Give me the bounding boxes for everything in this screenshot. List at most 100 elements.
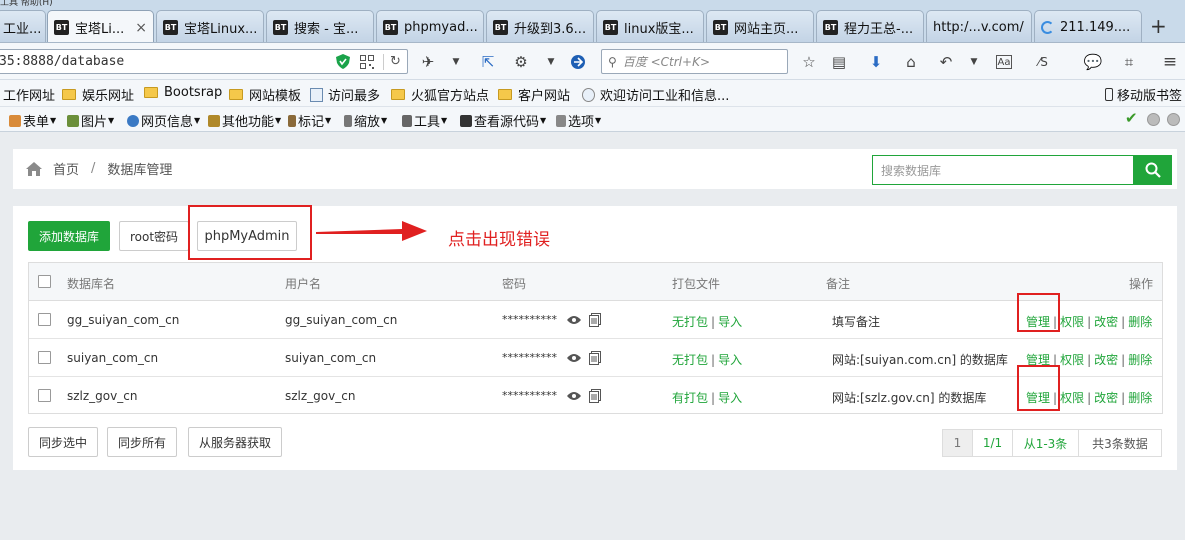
gear-icon[interactable]: ⚙: [511, 52, 531, 72]
fetch-from-server-button[interactable]: 从服务器获取: [188, 427, 282, 457]
page-current[interactable]: 1: [942, 429, 973, 457]
copy-icon[interactable]: [589, 351, 601, 365]
database-search-input[interactable]: 搜索数据库: [872, 155, 1134, 185]
bookmark-folder[interactable]: 访问最多: [310, 85, 380, 104]
font-size-icon[interactable]: Aa: [996, 55, 1012, 69]
backup-status-link[interactable]: 无打包: [672, 353, 708, 367]
copy-icon[interactable]: [589, 313, 601, 327]
tab-1-active[interactable]: BT 宝塔Li... ×: [47, 10, 154, 42]
tab-2[interactable]: BT 宝塔Linux...: [156, 10, 264, 42]
home-icon[interactable]: [25, 161, 43, 177]
change-password-link[interactable]: 改密: [1094, 315, 1118, 329]
bookmark-folder[interactable]: 娱乐网址: [62, 85, 134, 104]
star-icon[interactable]: ☆: [799, 52, 819, 72]
menu-outline[interactable]: 标记 ▼: [288, 111, 331, 130]
menu-options[interactable]: 选项 ▼: [556, 111, 601, 130]
new-tab-button[interactable]: +: [1150, 14, 1167, 38]
delete-link[interactable]: 删除: [1128, 391, 1152, 405]
undo-icon[interactable]: ↶: [936, 52, 956, 72]
eye-icon[interactable]: [567, 315, 581, 325]
backup-status-link[interactable]: 无打包: [672, 315, 708, 329]
tab-5[interactable]: BT 升级到3.6...: [486, 10, 594, 42]
reload-icon[interactable]: ↻: [383, 53, 407, 70]
menu-misc[interactable]: 其他功能 ▼: [208, 111, 281, 130]
backup-status-link[interactable]: 有打包: [672, 391, 708, 405]
sync-all-button[interactable]: 同步所有: [107, 427, 177, 457]
copy-icon[interactable]: [589, 389, 601, 403]
breadcrumb-home[interactable]: 首页: [53, 159, 79, 178]
row-checkbox[interactable]: [38, 351, 51, 364]
chevron-down-icon[interactable]: ▼: [964, 52, 984, 72]
note-cell[interactable]: 网站:[szlz.gov.cn] 的数据库: [832, 389, 986, 406]
download-icon[interactable]: ⬇: [866, 52, 886, 72]
note-cell[interactable]: 网站:[suiyan.com.cn] 的数据库: [832, 351, 1008, 368]
delete-link[interactable]: 删除: [1128, 315, 1152, 329]
chat-icon[interactable]: 💬: [1083, 52, 1103, 72]
crop-icon[interactable]: ⌗: [1119, 52, 1139, 72]
tab-4[interactable]: BT phpmyad...: [376, 10, 484, 42]
script-icon[interactable]: ⁄S: [1033, 52, 1053, 72]
add-database-button[interactable]: 添加数据库: [28, 221, 110, 251]
menu-images[interactable]: 图片 ▼: [67, 111, 114, 130]
pointer-tool-icon[interactable]: ⇱: [478, 52, 498, 72]
shield-icon[interactable]: [335, 54, 351, 70]
tab-10[interactable]: 211.149....: [1034, 10, 1142, 42]
menu-view-source[interactable]: 查看源代码 ▼: [460, 111, 546, 130]
eye-icon[interactable]: [567, 353, 581, 363]
bookmark-folder[interactable]: 火狐官方站点: [391, 85, 489, 104]
tab-7[interactable]: BT 网站主页...: [706, 10, 814, 42]
menu-form[interactable]: 表单 ▼: [9, 111, 56, 130]
bt-icon: BT: [603, 19, 618, 35]
mobile-bookmarks[interactable]: 移动版书签: [1105, 85, 1182, 104]
separator: |: [1121, 315, 1126, 329]
delete-link[interactable]: 删除: [1128, 353, 1152, 367]
chevron-down-icon[interactable]: ▼: [446, 52, 466, 72]
menu-page-info[interactable]: 网页信息 ▼: [127, 111, 200, 130]
ie-mode-icon[interactable]: [568, 52, 588, 72]
permission-link[interactable]: 权限: [1060, 353, 1084, 367]
close-tab-icon[interactable]: ×: [131, 20, 147, 36]
qrcode-icon[interactable]: [359, 54, 375, 70]
eye-icon[interactable]: [567, 391, 581, 401]
bookmark-folder[interactable]: 网站模板: [229, 85, 301, 104]
change-password-link[interactable]: 改密: [1094, 391, 1118, 405]
form-icon: [9, 114, 21, 127]
chevron-down-icon[interactable]: ▼: [541, 52, 561, 72]
url-bar[interactable]: 35:8888/database ↻: [0, 49, 408, 74]
folder-icon: [229, 89, 243, 100]
bug-icon[interactable]: ✈: [418, 52, 438, 72]
phone-icon: [1105, 88, 1113, 101]
search-icon: ⚲: [608, 54, 617, 69]
chevron-down-icon: ▼: [50, 116, 57, 125]
tab-6[interactable]: BT linux版宝...: [596, 10, 704, 42]
table-row: szlz_gov_cn szlz_gov_cn ********** 有打包 | 导…: [29, 377, 1162, 415]
tab-9[interactable]: http:/...v.com/: [926, 10, 1032, 42]
permission-link[interactable]: 权限: [1060, 391, 1084, 405]
search-engine-input[interactable]: ⚲ 百度 <Ctrl+K>: [601, 49, 788, 74]
bookmark-folder[interactable]: Bootsrap: [144, 85, 222, 100]
import-link[interactable]: 导入: [718, 315, 742, 329]
note-cell[interactable]: 填写备注: [832, 313, 880, 330]
bookmark-link[interactable]: 欢迎访问工业和信息...: [582, 85, 729, 104]
root-password-button[interactable]: root密码: [119, 221, 189, 251]
menu-icon[interactable]: ≡: [1160, 52, 1180, 72]
select-all-checkbox[interactable]: [38, 275, 51, 288]
sync-selected-button[interactable]: 同步选中: [28, 427, 98, 457]
bookmark-folder[interactable]: 客户网站: [498, 85, 570, 104]
import-link[interactable]: 导入: [718, 391, 742, 405]
tab-3[interactable]: BT 搜索 - 宝...: [266, 10, 374, 42]
tab-8[interactable]: BT 程力王总-...: [816, 10, 924, 42]
menu-resize[interactable]: 缩放 ▼: [344, 111, 387, 130]
bookmark-folder[interactable]: 工作网址: [3, 85, 55, 104]
menu-tools[interactable]: 工具 ▼: [402, 111, 447, 130]
change-password-link[interactable]: 改密: [1094, 353, 1118, 367]
home-icon[interactable]: ⌂: [901, 52, 921, 72]
permission-link[interactable]: 权限: [1060, 315, 1084, 329]
row-checkbox[interactable]: [38, 313, 51, 326]
search-button[interactable]: [1134, 155, 1172, 185]
row-checkbox[interactable]: [38, 389, 51, 402]
reader-icon[interactable]: ▤: [829, 52, 849, 72]
import-link[interactable]: 导入: [718, 353, 742, 367]
globe-icon: [582, 87, 595, 102]
tab-0[interactable]: 工业...: [0, 10, 46, 42]
